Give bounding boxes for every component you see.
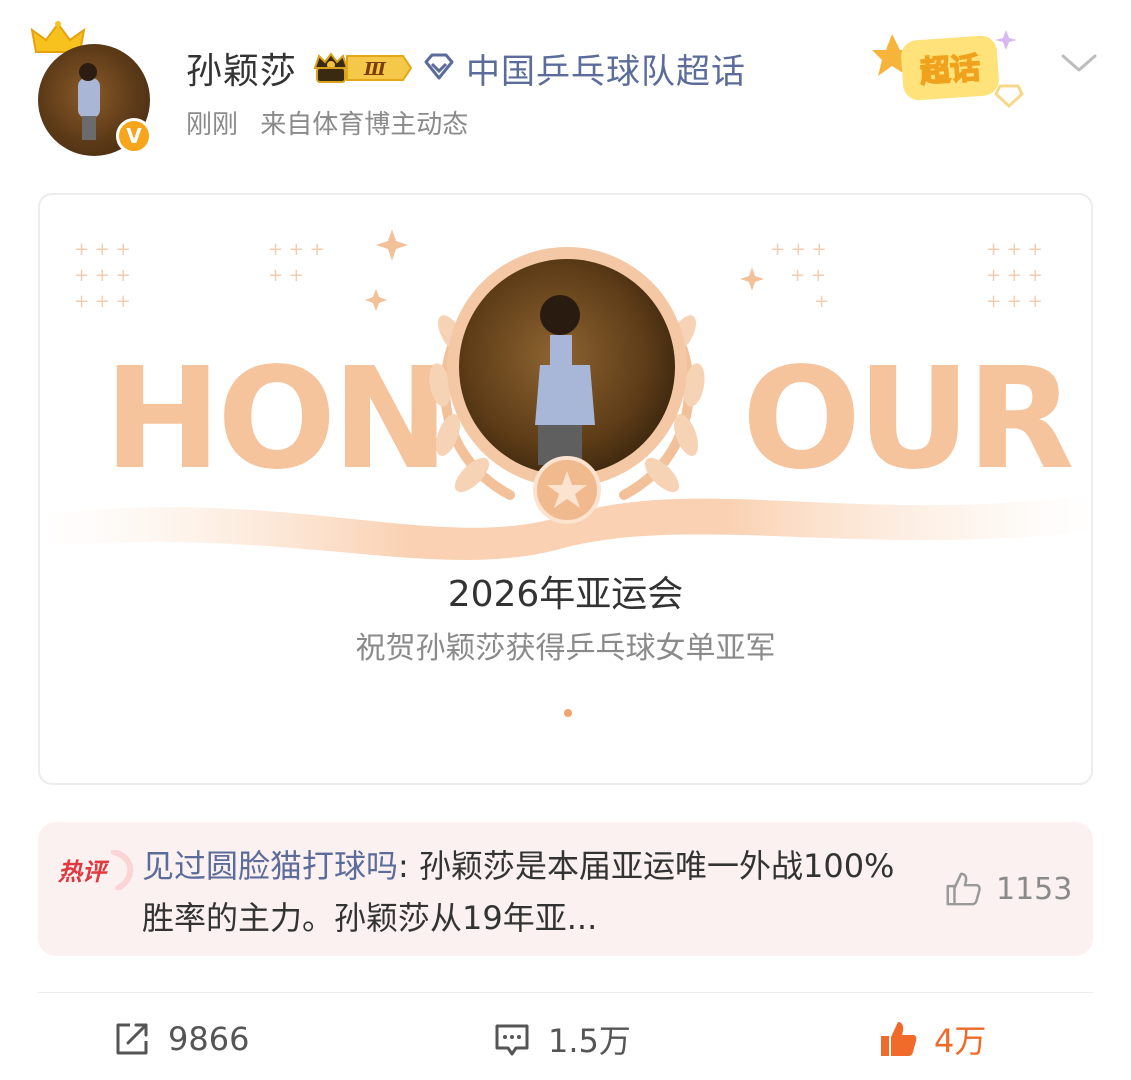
svg-text:+ + +: + + + (268, 239, 325, 260)
svg-text:+ +: + + (790, 265, 826, 286)
honour-card[interactable]: + + + + + + + + + + + + + + + + + + + + + + +… (38, 193, 1093, 785)
svg-text:+ + +: + + + (986, 239, 1043, 260)
svg-text:+ + +: + + + (986, 291, 1043, 312)
pagination-dot (564, 709, 572, 717)
card-subtitle: 祝贺孙颖莎获得乒乓球女单亚军 (355, 631, 776, 666)
svg-text:+ +: + + (268, 265, 304, 286)
hot-comment-author[interactable]: 见过圆脸猫打球吗 (142, 847, 398, 885)
diamond-icon (424, 53, 454, 80)
thumbs-up-icon[interactable] (944, 870, 982, 908)
comment-count: 1.5万 (548, 1022, 631, 1060)
vip-level-badge: Ⅲ (313, 52, 413, 83)
post-source[interactable]: 来自体育博主动态 (260, 110, 468, 140)
chevron-down-icon[interactable] (1060, 50, 1098, 76)
avatar-container[interactable]: V (30, 20, 160, 160)
svg-text:+ + +: + + + (74, 239, 131, 260)
hot-comment-like-count: 1153 (996, 872, 1073, 907)
post-meta: 刚刚 来自体育博主动态 (186, 104, 468, 141)
honour-banner: + + + + + + + + + + + + + + + + + + + + + + +… (40, 229, 1091, 560)
share-icon (116, 1023, 148, 1055)
share-button[interactable]: 9866 (112, 1014, 249, 1064)
username[interactable]: 孙颖莎 (186, 42, 297, 94)
comment-button[interactable]: 1.5万 (492, 1014, 631, 1064)
banner-left-text: HON (104, 338, 445, 501)
hot-comment-label: 热评 (57, 850, 134, 890)
share-count: 9866 (168, 1020, 250, 1058)
post-time: 刚刚 (186, 110, 239, 140)
thumbs-up-filled-icon (881, 1022, 917, 1056)
svg-text:+ + +: + + + (74, 265, 131, 286)
hot-comment-text: 见过圆脸猫打球吗: 孙颖莎是本届亚运唯一外战100%胜率的主力。孙颖莎从19年亚… (142, 840, 902, 944)
hot-comment-label-text: 热评 (57, 858, 110, 886)
vip-level-text: Ⅲ (363, 59, 387, 80)
hot-comment[interactable]: 热评 见过圆脸猫打球吗: 孙颖莎是本届亚运唯一外战100%胜率的主力。孙颖莎从1… (38, 822, 1093, 956)
like-button[interactable]: 4万 (878, 1014, 986, 1064)
svg-text:+: + (814, 291, 829, 312)
svg-text:+ + +: + + + (74, 291, 131, 312)
like-count: 4万 (934, 1022, 987, 1060)
divider (38, 992, 1093, 993)
comment-icon (495, 1024, 529, 1056)
svg-text:+ + +: + + + (770, 239, 827, 260)
supertopic-sticker-text: 超话 (919, 51, 981, 90)
card-title: 2026年亚运会 (447, 574, 684, 615)
svg-text:+ + +: + + + (986, 265, 1043, 286)
banner-right-text: OUR (742, 338, 1072, 501)
supertopic-sticker[interactable]: 超话 (866, 24, 1036, 114)
verified-badge: V (116, 118, 152, 154)
supertopic-link[interactable]: 中国乒乓球队超话 (466, 44, 746, 93)
